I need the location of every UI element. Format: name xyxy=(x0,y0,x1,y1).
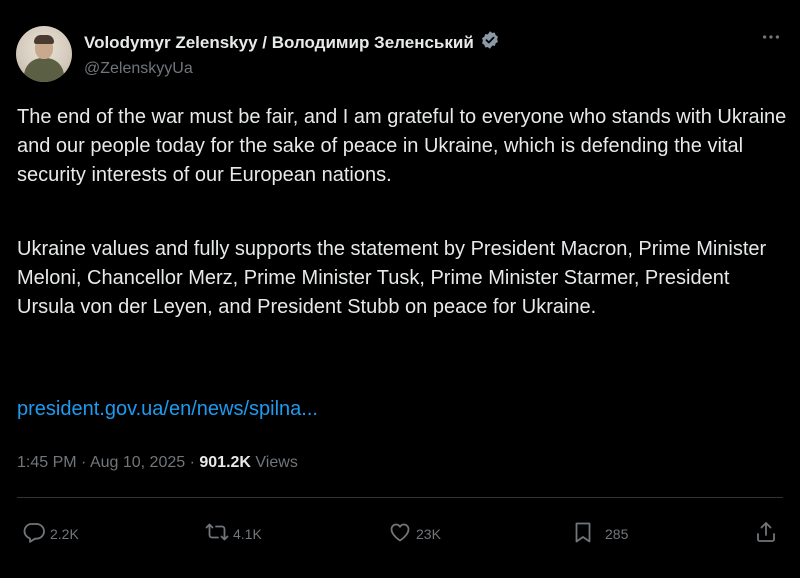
post-paragraph-2: Ukraine values and fully supports the st… xyxy=(17,238,767,318)
reply-icon xyxy=(22,520,46,547)
divider xyxy=(17,497,783,498)
like-button[interactable]: 23K xyxy=(388,520,441,547)
author-handle[interactable]: @ZelenskyyUa xyxy=(84,60,193,78)
views-count: 901.2K xyxy=(199,454,251,471)
more-icon[interactable] xyxy=(760,26,782,54)
bookmark-button[interactable]: 285 xyxy=(571,520,628,547)
meta-separator: · xyxy=(81,454,87,471)
share-button[interactable] xyxy=(754,520,778,547)
post-date[interactable]: Aug 10, 2025 xyxy=(90,454,185,471)
author-row: Volodymyr Zelenskyy / Володимир Зеленськ… xyxy=(84,30,500,55)
post-meta: 1:45 PM · Aug 10, 2025 · 901.2K Views xyxy=(17,454,298,472)
share-icon xyxy=(754,520,778,547)
bookmark-count: 285 xyxy=(605,525,629,542)
author-name[interactable]: Volodymyr Zelenskyy / Володимир Зеленськ… xyxy=(84,33,474,53)
post-paragraph-1: The end of the war must be fair, and I a… xyxy=(17,106,787,186)
like-count: 23K xyxy=(416,525,441,542)
meta-separator: · xyxy=(189,454,195,471)
verified-badge-icon xyxy=(480,30,500,55)
avatar[interactable] xyxy=(16,26,72,82)
bookmark-icon xyxy=(571,520,595,547)
post-link[interactable]: president.gov.ua/en/news/spilna... xyxy=(17,398,318,421)
action-bar: 2.2K 4.1K 23K 285 xyxy=(0,520,800,552)
reply-count: 2.2K xyxy=(50,525,79,542)
repost-count: 4.1K xyxy=(233,525,262,542)
reply-button[interactable]: 2.2K xyxy=(22,520,79,547)
views-label: Views xyxy=(255,454,298,471)
heart-icon xyxy=(388,520,412,547)
repost-button[interactable]: 4.1K xyxy=(205,520,262,547)
repost-icon xyxy=(205,520,229,547)
post-time[interactable]: 1:45 PM xyxy=(17,454,77,471)
